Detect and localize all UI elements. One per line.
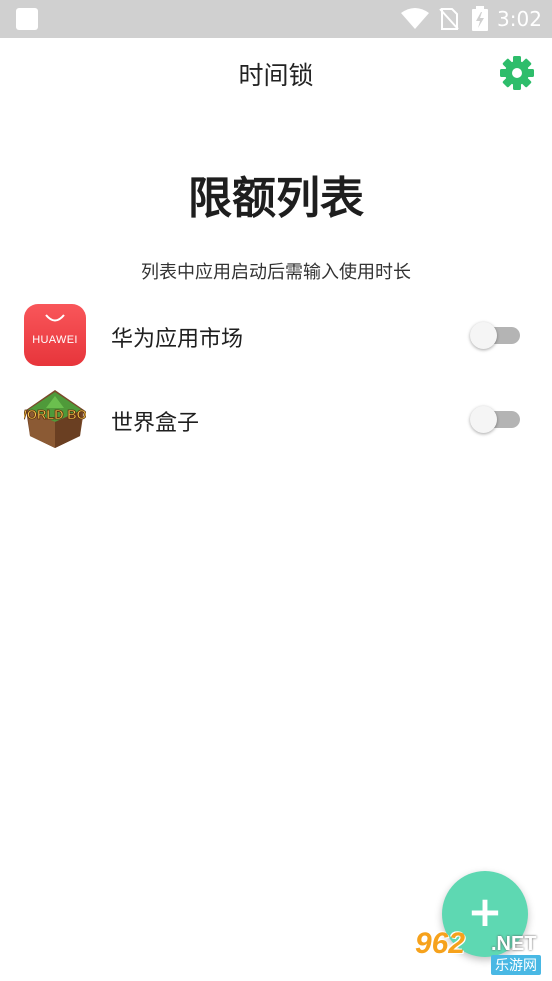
app-list-item[interactable]: HUAWEI 华为应用市场 — [0, 296, 552, 376]
notification-square-icon — [16, 8, 38, 30]
toggle-thumb — [470, 406, 497, 433]
status-bar: 3:02 — [0, 0, 552, 38]
watermark-suffix: .NET — [491, 933, 537, 955]
page-heading: 限额列表 — [188, 173, 364, 224]
toggle-thumb — [470, 322, 497, 349]
settings-button[interactable] — [498, 54, 536, 92]
app-name: 华为应用市场 — [111, 327, 244, 352]
huawei-icon-text: HUAWEI — [32, 334, 78, 346]
huawei-appgallery-icon: HUAWEI — [24, 304, 86, 366]
app-limit-toggle[interactable] — [470, 406, 522, 433]
watermark-number: 962 — [415, 927, 466, 960]
shopping-bag-icon — [45, 314, 65, 322]
watermark-logo: 962 .NET 乐游网 — [411, 927, 547, 975]
app-name: 世界盒子 — [111, 411, 200, 436]
worldbox-icon-text: WORLD BOX — [24, 407, 86, 422]
wifi-icon — [401, 8, 429, 29]
page-subheading: 列表中应用启动后需输入使用时长 — [141, 262, 411, 283]
worldbox-icon: WORLD BOX — [24, 388, 86, 450]
app-bar: 时间锁 — [0, 38, 552, 110]
battery-charging-icon — [472, 6, 488, 31]
worldbox-logo: WORLD BOX — [24, 390, 86, 448]
app-limit-toggle[interactable] — [470, 322, 522, 349]
app-title: 时间锁 — [238, 61, 314, 90]
watermark-subtitle: 乐游网 — [491, 955, 541, 975]
app-list-item[interactable]: WORLD BOX 世界盒子 — [0, 380, 552, 460]
gear-icon — [500, 56, 534, 90]
no-sim-icon — [439, 8, 459, 30]
status-time: 3:02 — [497, 7, 542, 31]
